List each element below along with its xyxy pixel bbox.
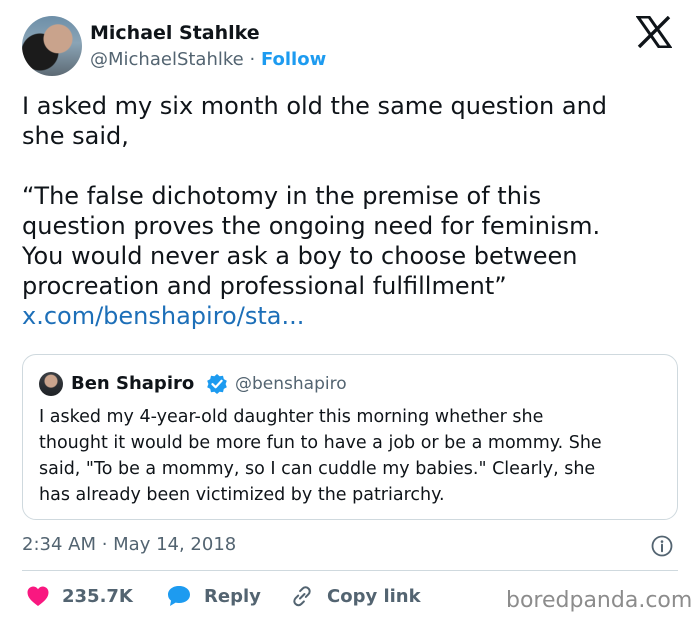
tweet-card: Michael Stahlke @MichaelStahlke · Follow… — [0, 0, 700, 623]
action-divider — [22, 570, 678, 571]
tweet-line: You would never ask a boy to choose betw… — [22, 242, 578, 270]
quoted-tweet-text: I asked my 4-year-old daughter this morn… — [39, 404, 669, 508]
tweet-line: I asked my six month old the same questi… — [22, 92, 608, 120]
tweet-line: procreation and professional fulfillment… — [22, 272, 507, 300]
quoted-author-avatar[interactable] — [39, 372, 63, 396]
quoted-line: I asked my 4-year-old daughter this morn… — [39, 407, 544, 427]
like-button[interactable]: 235.7K — [26, 583, 133, 609]
info-icon[interactable] — [651, 535, 673, 557]
tweet-line: “The false dichotomy in the premise of t… — [22, 182, 542, 210]
x-logo-icon[interactable] — [636, 16, 672, 48]
link-icon — [293, 586, 311, 607]
follow-button[interactable]: Follow — [261, 49, 326, 70]
quoted-line: said, "To be a mommy, so I can cuddle my… — [39, 459, 596, 479]
author-handle[interactable]: @MichaelStahlke — [90, 49, 244, 70]
reply-label: Reply — [204, 585, 261, 607]
quoted-author-name[interactable]: Ben Shapiro — [71, 373, 194, 394]
quoted-author-handle[interactable]: @benshapiro — [235, 374, 347, 394]
quoted-line: has already been victimized by the patri… — [39, 485, 445, 505]
like-count: 235.7K — [62, 585, 133, 607]
handle-separator: · — [249, 49, 256, 70]
copy-link-button[interactable]: Copy link — [289, 583, 421, 609]
watermark: boredpanda.com — [506, 588, 693, 613]
author-avatar[interactable] — [22, 16, 82, 76]
reply-bubble-icon — [168, 586, 190, 606]
quoted-tweet[interactable]: Ben Shapiro @benshapiro I asked my 4-yea… — [22, 354, 678, 520]
tweet-text: I asked my six month old the same questi… — [22, 91, 682, 331]
heart-icon — [27, 586, 49, 606]
tweet-timestamp[interactable]: 2:34 AM · May 14, 2018 — [22, 534, 236, 555]
author-name[interactable]: Michael Stahlke — [90, 22, 260, 44]
quoted-tweet-link[interactable]: x.com/benshapiro/sta... — [22, 301, 682, 331]
tweet-line-blank — [22, 151, 682, 181]
author-handle-line: @MichaelStahlke · Follow — [90, 49, 326, 70]
reply-button[interactable]: Reply — [166, 583, 261, 609]
tweet-line: question proves the ongoing need for fem… — [22, 212, 601, 240]
tweet-line: she said, — [22, 122, 129, 150]
verified-badge-icon — [207, 374, 227, 394]
copy-link-label: Copy link — [327, 585, 421, 607]
quoted-line: thought it would be more fun to have a j… — [39, 433, 602, 453]
